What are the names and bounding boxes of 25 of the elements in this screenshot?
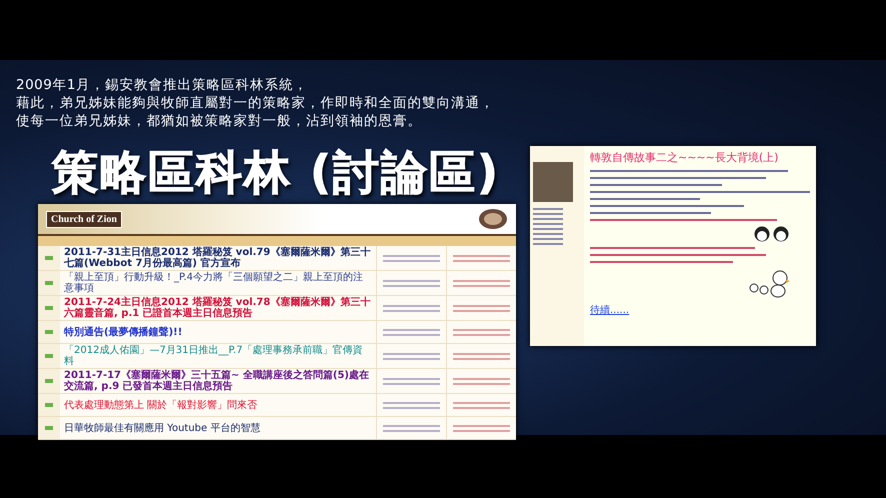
- status-icon: [45, 379, 53, 383]
- thread-title-link[interactable]: 2011-7-17《塞爾薩米爾》三十五篇~ 全職講座後之答問篇(5)處在交流篇, p.9 已發首本週主日信息預告: [60, 369, 376, 393]
- author-meta: [533, 208, 563, 245]
- continue-link[interactable]: 待續......: [590, 303, 810, 317]
- status-icon: [45, 426, 53, 430]
- thread-title-link[interactable]: 2011-7-24主日信息2012 塔羅秘笈 vol.78《塞爾薩米爾》第三十六篇靈音篇, p.1 已證首本週主日信息預告: [60, 296, 376, 320]
- status-icon: [45, 306, 53, 310]
- status-icon: [45, 330, 53, 334]
- status-icon: [45, 256, 53, 260]
- intro-paragraph: 2009年1月，錫安教會推出策略區科林系統， 藉此，弟兄姊妹能夠與牧師直屬對一的策略家，作即時和全面的雙向溝通， 使每一位弟兄姊妹，都猶如被策略家對一般，沾到領袖的恩膏。: [16, 76, 496, 130]
- church-logo: Church of Zion: [46, 210, 122, 228]
- anniversary-emblem-icon: [478, 208, 508, 230]
- cartoon-faces-drawing: [754, 226, 790, 242]
- post-title: 轉敦自傳故事二之~~~~長大背境(上): [590, 150, 780, 165]
- thread-title-link[interactable]: 「2012成人佑園」—7月31日推出__P.7「處理事務承前職」官傳資料: [60, 344, 376, 368]
- status-icon: [45, 281, 53, 285]
- thread-title-link[interactable]: 日華牧師最佳有關應用 Youtube 平台的智慧: [60, 422, 376, 434]
- slide-title: 策略區科林 (討論區): [52, 146, 500, 198]
- status-icon: [45, 354, 53, 358]
- status-icon: [45, 403, 53, 407]
- thread-title-link[interactable]: 2011-7-31主日信息2012 塔羅秘笈 vol.79《塞爾薩米爾》第三十七篇(Webbot 7月份最高篇) 官方宣布: [60, 246, 376, 270]
- thread-title-link[interactable]: 特別通告(最夢傳播鐘聲)!!: [60, 326, 376, 338]
- thread-title-link[interactable]: 「親上至頂」行動升級！_P.4今力將「三個願望之二」親上至頂的注意事項: [60, 271, 376, 295]
- thread-title-link[interactable]: 代表處理動態第上 關於「報對影響」問來否: [60, 398, 376, 412]
- photo-placeholder: [533, 162, 573, 202]
